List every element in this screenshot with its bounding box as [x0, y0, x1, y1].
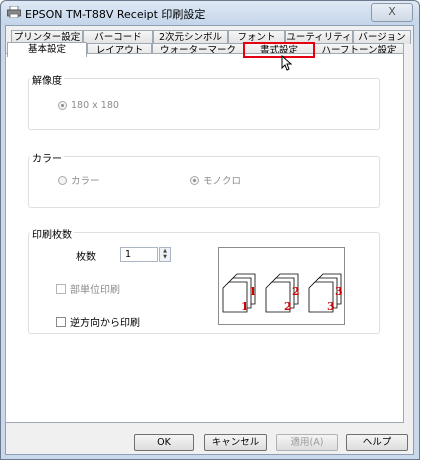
tab-version[interactable]: バージョン — [353, 30, 411, 44]
reverse-order-label: 逆方向から印刷 — [70, 318, 140, 329]
resolution-option-label: 180 x 180 — [71, 100, 119, 111]
format-tab-highlight — [243, 42, 315, 58]
collate-label: 部単位印刷 — [70, 285, 120, 296]
close-icon: X — [388, 5, 396, 18]
cancel-button[interactable]: キャンセル — [204, 434, 267, 451]
page-number-2: 2 — [292, 285, 300, 298]
page-number-3: 3 — [335, 285, 343, 298]
reverse-order-checkbox[interactable]: 逆方向から印刷 — [56, 314, 140, 329]
window-title: EPSON TM-T88V Receipt 印刷設定 — [25, 8, 206, 21]
help-button[interactable]: ヘルプ — [346, 434, 408, 451]
copies-count-input[interactable]: 1 — [120, 247, 158, 262]
radio-unselected-icon — [58, 175, 67, 185]
collate-checkbox[interactable]: 部単位印刷 — [56, 281, 120, 296]
color-radio-mono[interactable]: モノクロ — [190, 173, 241, 187]
color-group-title: カラー — [30, 150, 64, 165]
page-number-1: 1 — [241, 300, 249, 313]
apply-button[interactable]: 適用(A) — [276, 434, 338, 451]
color-option-label: カラー — [71, 176, 100, 187]
color-radio-color[interactable]: カラー — [58, 173, 100, 187]
copies-spinner[interactable]: ▲ ▼ — [159, 247, 171, 262]
tab-basic-settings[interactable]: 基本設定 — [7, 42, 87, 57]
radio-selected-icon — [190, 175, 199, 185]
tab-barcode[interactable]: バーコード — [83, 30, 153, 44]
mouse-cursor-icon — [281, 55, 293, 71]
copies-group-title: 印刷枚数 — [30, 226, 74, 241]
page-number-1: 1 — [249, 285, 257, 298]
basic-settings-panel: 解像度 180 x 180 カラー カラー モノクロ 印刷枚数 枚数 1 ▲ ▼… — [5, 53, 404, 423]
checkbox-box — [56, 316, 66, 327]
radio-selected-icon — [58, 101, 67, 110]
collate-preview: 1 1 2 2 3 3 — [218, 247, 345, 325]
close-button[interactable]: X — [371, 3, 413, 22]
tab-2d-symbol[interactable]: 2次元シンボル — [153, 30, 228, 44]
printer-icon — [7, 6, 21, 18]
mono-option-label: モノクロ — [203, 176, 242, 187]
page-number-2: 2 — [284, 300, 292, 313]
resolution-radio-180[interactable]: 180 x 180 — [58, 100, 119, 111]
page-number-3: 3 — [327, 300, 335, 313]
copies-count-label: 枚数 — [76, 252, 96, 263]
title-bar[interactable]: EPSON TM-T88V Receipt 印刷設定 X — [1, 1, 419, 25]
checkbox-box — [56, 283, 66, 294]
resolution-group-title: 解像度 — [30, 72, 64, 87]
collate-preview-pages-icon: 1 1 2 2 3 3 — [222, 273, 343, 313]
spin-down-icon[interactable]: ▼ — [160, 254, 170, 260]
ok-button[interactable]: OK — [134, 434, 194, 451]
